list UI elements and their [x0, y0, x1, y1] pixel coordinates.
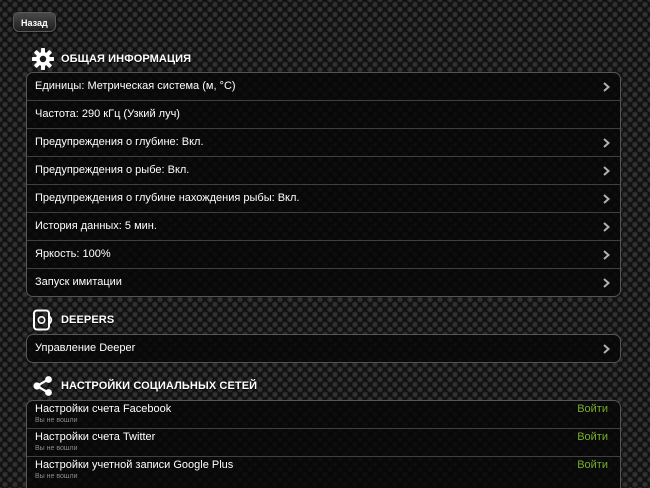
setting-row-brightness[interactable]: Яркость: 100%: [27, 240, 620, 268]
deepers-group: Управление Deeper: [26, 334, 621, 363]
chevron-right-icon: [603, 166, 611, 176]
gear-icon: [30, 46, 56, 72]
setting-label: Управление Deeper: [35, 342, 136, 354]
section-header-general: ОБЩАЯ ИНФОРМАЦИЯ: [30, 46, 191, 72]
setting-label: Яркость: 100%: [35, 248, 111, 260]
setting-row-frequency[interactable]: Частота: 290 кГц (Узкий луч): [27, 100, 620, 128]
setting-label: Предупреждения о глубине нахождения рыбы…: [35, 192, 300, 204]
share-icon: [30, 373, 56, 399]
section-title-social: НАСТРОЙКИ СОЦИАЛЬНЫХ СЕТЕЙ: [61, 380, 258, 392]
setting-row-units[interactable]: Единицы: Метрическая система (м, °C): [27, 73, 620, 100]
chevron-right-icon: [603, 250, 611, 260]
social-row-facebook[interactable]: Настройки счета Facebook Вы не вошли Вой…: [27, 401, 620, 428]
setting-row-manage-deeper[interactable]: Управление Deeper: [27, 335, 620, 362]
chevron-right-icon: [603, 344, 611, 354]
chevron-right-icon: [603, 278, 611, 288]
chevron-right-icon: [603, 222, 611, 232]
social-group: Настройки счета Facebook Вы не вошли Вой…: [26, 400, 621, 488]
chevron-right-icon: [603, 82, 611, 92]
setting-label: История данных: 5 мин.: [35, 220, 157, 232]
phone-device-icon: [30, 307, 56, 333]
setting-label: Предупреждения о глубине: Вкл.: [35, 136, 204, 148]
setting-row-depth-alarm[interactable]: Предупреждения о глубине: Вкл.: [27, 128, 620, 156]
setting-label: Запуск имитации: [35, 276, 122, 288]
setting-label: Частота: 290 кГц (Узкий луч): [35, 108, 180, 120]
social-row-twitter[interactable]: Настройки счета Twitter Вы не вошли Войт…: [27, 428, 620, 456]
section-title-general: ОБЩАЯ ИНФОРМАЦИЯ: [61, 53, 192, 65]
general-settings-group: Единицы: Метрическая система (м, °C) Час…: [26, 72, 621, 297]
section-header-social: НАСТРОЙКИ СОЦИАЛЬНЫХ СЕТЕЙ: [30, 373, 257, 399]
section-title-deepers: DEEPERS: [61, 314, 115, 326]
login-status-text: Вы не вошли: [35, 473, 78, 480]
login-link[interactable]: Войти: [577, 431, 608, 443]
login-link[interactable]: Войти: [577, 403, 608, 415]
chevron-right-icon: [603, 138, 611, 148]
back-button[interactable]: Назад: [13, 12, 56, 32]
social-account-label: Настройки счета Twitter: [35, 431, 156, 443]
setting-label: Единицы: Метрическая система (м, °C): [35, 80, 236, 92]
setting-row-fish-depth-alarm[interactable]: Предупреждения о глубине нахождения рыбы…: [27, 184, 620, 212]
setting-row-simulation[interactable]: Запуск имитации: [27, 268, 620, 296]
setting-label: Предупреждения о рыбе: Вкл.: [35, 164, 190, 176]
social-account-label: Настройки учетной записи Google Plus: [35, 459, 234, 471]
setting-row-fish-alarm[interactable]: Предупреждения о рыбе: Вкл.: [27, 156, 620, 184]
setting-row-data-history[interactable]: История данных: 5 мин.: [27, 212, 620, 240]
social-account-label: Настройки счета Facebook: [35, 403, 172, 415]
social-row-google-plus[interactable]: Настройки учетной записи Google Plus Вы …: [27, 456, 620, 484]
section-header-deepers: DEEPERS: [30, 307, 114, 333]
login-link[interactable]: Войти: [577, 459, 608, 471]
login-status-text: Вы не вошли: [35, 417, 78, 424]
login-status-text: Вы не вошли: [35, 445, 78, 452]
chevron-right-icon: [603, 194, 611, 204]
